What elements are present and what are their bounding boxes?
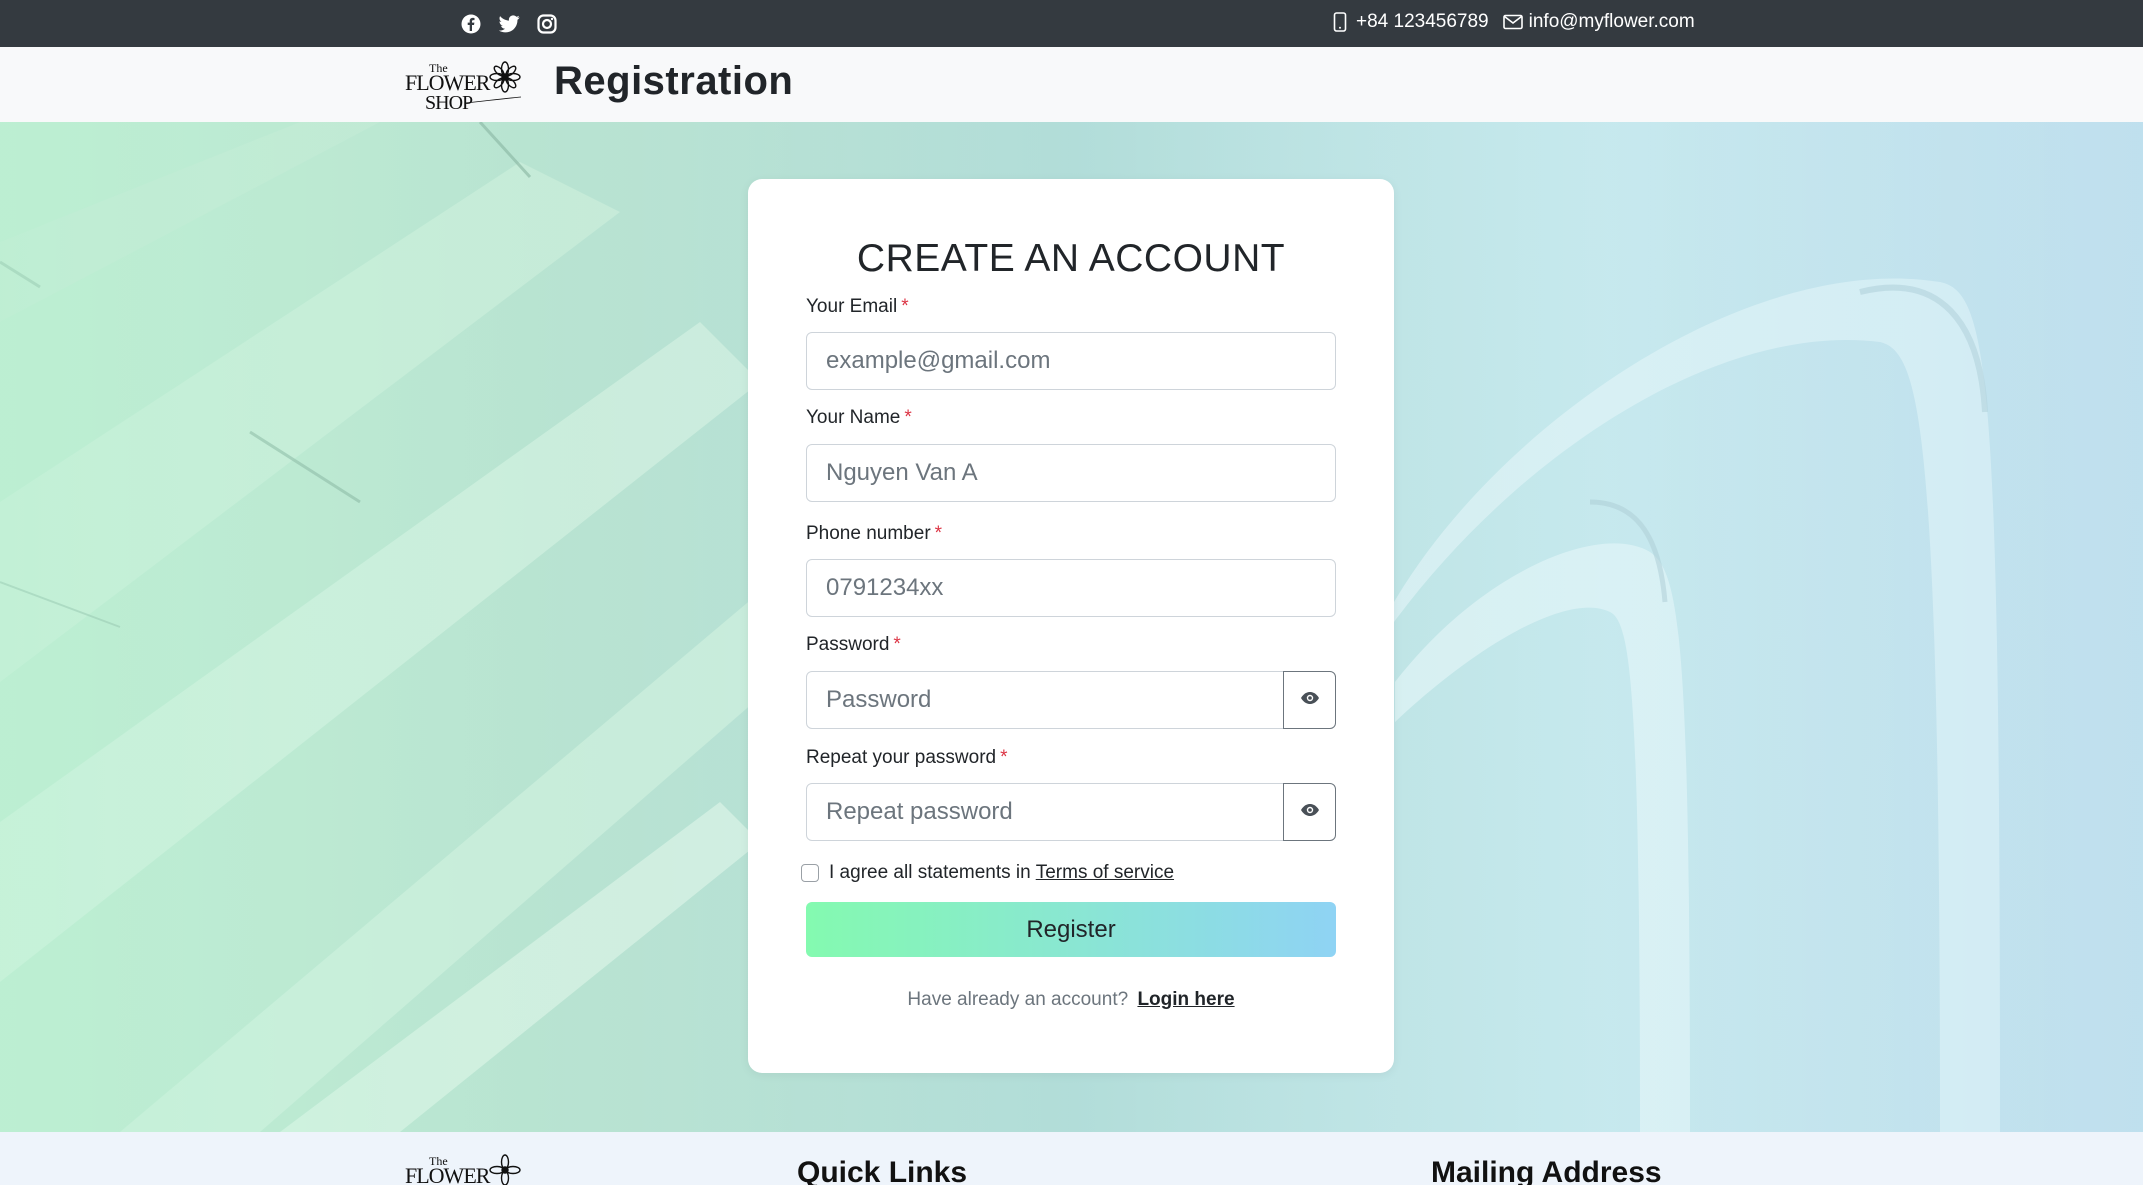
phone-icon: [1330, 11, 1350, 33]
phone-number: +84 123456789: [1356, 11, 1489, 32]
footer-logo-text-main: FLOWER: [405, 1163, 491, 1185]
social-links: [459, 12, 559, 36]
login-link[interactable]: Login here: [1137, 989, 1234, 1010]
twitter-icon[interactable]: [497, 12, 521, 36]
email-address: info@myflower.com: [1528, 11, 1695, 32]
email-contact[interactable]: info@myflower.com: [1502, 11, 1695, 33]
phone-label: Phone number *: [806, 523, 942, 545]
toggle-repeat-password-button[interactable]: [1283, 783, 1336, 841]
terms-of-service-link[interactable]: Terms of service: [1036, 862, 1174, 884]
facebook-icon[interactable]: [459, 12, 483, 36]
repeat-password-label-text: Repeat your password: [806, 747, 997, 768]
envelope-icon: [1502, 11, 1523, 33]
login-prompt: Have already an account? Login here: [748, 989, 1394, 1011]
required-mark: *: [904, 407, 912, 428]
name-input[interactable]: [806, 444, 1336, 502]
agree-text: I agree all statements in: [829, 862, 1031, 883]
email-input[interactable]: [806, 332, 1336, 390]
flower-shop-logo[interactable]: The FLOWER SHOP: [405, 57, 523, 114]
mailing-address-heading: Mailing Address: [1431, 1156, 1662, 1185]
terms-checkbox[interactable]: [801, 864, 819, 882]
top-bar: +84 123456789 info@myflower.com: [0, 0, 2143, 47]
required-mark: *: [893, 634, 901, 655]
email-label-text: Your Email: [806, 296, 898, 317]
site-header: The FLOWER SHOP Registration: [0, 47, 2143, 123]
phone-label-text: Phone number: [806, 523, 931, 544]
contact-info: +84 123456789 info@myflower.com: [1330, 11, 1709, 33]
phone-input[interactable]: [806, 559, 1336, 617]
name-label: Your Name *: [806, 407, 912, 429]
registration-card: CREATE AN ACCOUNT Your Email* Your Name*…: [748, 179, 1394, 1073]
repeat-password-input[interactable]: [806, 783, 1284, 841]
toggle-password-button[interactable]: [1283, 671, 1336, 729]
footer-logo[interactable]: The FLOWER: [405, 1150, 523, 1185]
site-footer: The FLOWER Quick Links Mailing Address: [0, 1132, 2143, 1185]
password-label-text: Password: [806, 634, 890, 655]
phone-contact[interactable]: +84 123456789: [1330, 11, 1489, 33]
repeat-password-label: Repeat your password *: [806, 747, 1008, 769]
flower-icon: [489, 1154, 521, 1185]
required-mark: *: [934, 523, 943, 544]
form-title: CREATE AN ACCOUNT: [856, 237, 1286, 280]
required-mark: *: [901, 296, 909, 317]
page-title: Registration: [554, 59, 794, 103]
name-label-text: Your Name: [806, 407, 901, 428]
register-button[interactable]: Register: [806, 902, 1336, 957]
instagram-icon[interactable]: [535, 12, 559, 36]
login-prompt-text: Have already an account?: [907, 989, 1129, 1010]
email-label: Your Email *: [806, 296, 909, 318]
required-mark: *: [1000, 747, 1008, 768]
flower-icon: [489, 61, 521, 93]
logo-text-bottom: SHOP: [425, 92, 473, 111]
password-label: Password *: [806, 634, 901, 656]
eye-icon: [1300, 803, 1320, 822]
password-input[interactable]: [806, 671, 1284, 729]
terms-agreement: I agree all statements in Terms of servi…: [801, 862, 1174, 884]
eye-icon: [1300, 691, 1320, 710]
quick-links-heading: Quick Links: [797, 1156, 968, 1185]
